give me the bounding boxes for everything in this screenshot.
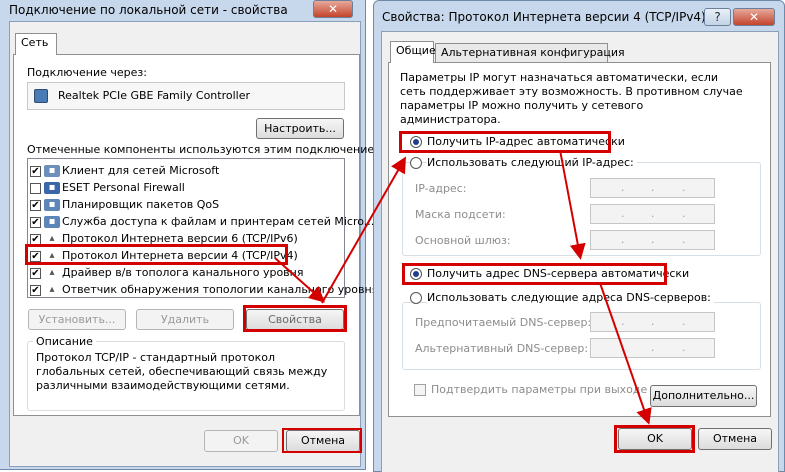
annotation-arrows bbox=[274, 149, 652, 425]
arrow-properties-to-dialog bbox=[321, 156, 406, 304]
tab-general[interactable]: Общие bbox=[390, 41, 436, 63]
arrow-ipv4-to-properties bbox=[274, 257, 325, 303]
arrow-auto-dns-to-ok bbox=[599, 282, 652, 425]
arrow-auto-ip-to-auto-dns bbox=[559, 149, 586, 260]
tab-network[interactable]: Сеть bbox=[15, 33, 57, 55]
